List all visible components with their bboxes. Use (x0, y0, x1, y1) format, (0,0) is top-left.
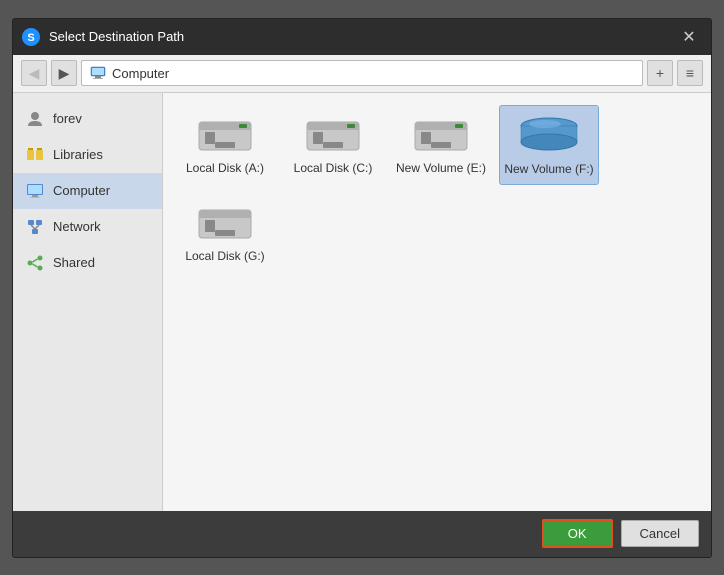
title-bar: S Select Destination Path ✕ (13, 19, 711, 55)
drive-g-label: Local Disk (G:) (185, 249, 264, 263)
drive-e[interactable]: New Volume (E:) (391, 105, 491, 185)
network-icon (25, 217, 45, 237)
sidebar-label-shared: Shared (53, 255, 95, 270)
dialog-body: forev Libraries (13, 93, 711, 511)
drive-e-label: New Volume (E:) (396, 161, 486, 175)
sidebar-item-shared[interactable]: Shared (13, 245, 162, 281)
drive-e-icon (409, 113, 473, 157)
sidebar-label-computer: Computer (53, 183, 110, 198)
drive-f-icon (517, 114, 581, 158)
sidebar-item-forev[interactable]: forev (13, 101, 162, 137)
drive-a-icon (193, 113, 257, 157)
sidebar-item-libraries[interactable]: Libraries (13, 137, 162, 173)
location-text: Computer (112, 66, 169, 81)
toolbar-right: + ≡ (647, 60, 703, 86)
back-button[interactable]: ◀ (21, 60, 47, 86)
drive-f-label: New Volume (F:) (504, 162, 593, 176)
app-icon: S (21, 27, 41, 47)
dialog-footer: OK Cancel (13, 511, 711, 557)
forward-button[interactable]: ▶ (51, 60, 77, 86)
svg-text:S: S (27, 32, 34, 44)
drive-c[interactable]: Local Disk (C:) (283, 105, 383, 185)
sidebar-label-network: Network (53, 219, 101, 234)
sidebar: forev Libraries (13, 93, 163, 511)
drive-c-icon (301, 113, 365, 157)
toolbar: ◀ ▶ Computer + ≡ (13, 55, 711, 93)
view-toggle-button[interactable]: ≡ (677, 60, 703, 86)
dialog: S Select Destination Path ✕ ◀ ▶ Computer… (12, 18, 712, 558)
ok-button[interactable]: OK (542, 519, 613, 548)
sidebar-item-network[interactable]: Network (13, 209, 162, 245)
new-folder-button[interactable]: + (647, 60, 673, 86)
user-icon (25, 109, 45, 129)
sidebar-item-computer[interactable]: Computer (13, 173, 162, 209)
close-button[interactable]: ✕ (675, 23, 703, 51)
location-bar: Computer (81, 60, 643, 86)
sidebar-label-libraries: Libraries (53, 147, 103, 162)
computer-location-icon (90, 65, 106, 81)
drive-a-label: Local Disk (A:) (186, 161, 264, 175)
cancel-button[interactable]: Cancel (621, 520, 699, 547)
drive-f[interactable]: New Volume (F:) (499, 105, 599, 185)
drive-c-label: Local Disk (C:) (294, 161, 373, 175)
drive-g[interactable]: Local Disk (G:) (175, 193, 275, 271)
main-content: Local Disk (A:) Local Disk (C:) (163, 93, 711, 511)
sidebar-label-forev: forev (53, 111, 82, 126)
drive-g-icon (193, 201, 257, 245)
computer-sidebar-icon (25, 181, 45, 201)
libraries-icon (25, 145, 45, 165)
drive-a[interactable]: Local Disk (A:) (175, 105, 275, 185)
dialog-title: Select Destination Path (49, 29, 675, 44)
shared-icon (25, 253, 45, 273)
